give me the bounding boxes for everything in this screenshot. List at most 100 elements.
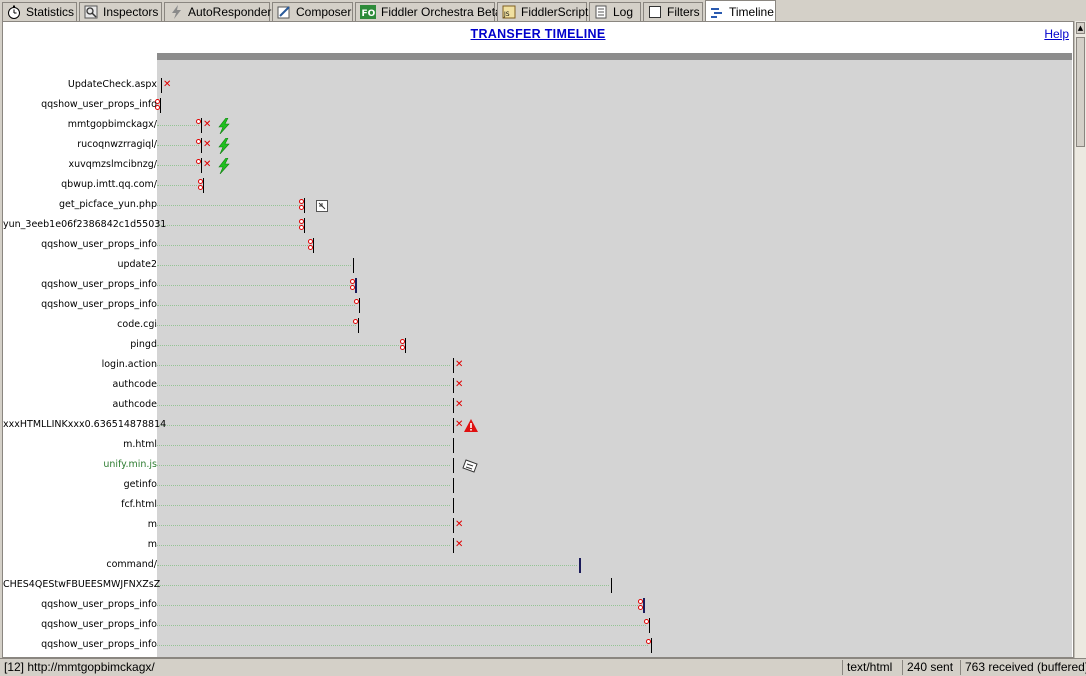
timeline-row[interactable] xyxy=(157,256,1072,276)
tab-statistics[interactable]: Statistics xyxy=(2,2,77,21)
timer-marker-icon xyxy=(354,299,359,304)
timer-marker-icon xyxy=(638,599,643,604)
session-label[interactable]: fcf.html xyxy=(3,499,157,510)
tab-timeline[interactable]: Timeline xyxy=(705,0,776,22)
session-label[interactable]: authcode xyxy=(3,379,158,390)
session-label[interactable]: qqshow_user_props_info xyxy=(3,99,157,110)
lead-time-line xyxy=(157,145,199,146)
transfer-bar xyxy=(453,538,454,553)
timeline-row[interactable] xyxy=(157,276,1072,296)
tab-bar: Statistics Inspectors AutoResponder Comp… xyxy=(0,0,1086,22)
timeline-row[interactable] xyxy=(157,176,1072,196)
transfer-bar xyxy=(453,398,454,413)
timeline-row[interactable]: ✕ xyxy=(157,356,1072,376)
aborted-icon: ✕ xyxy=(455,359,464,370)
transfer-bar xyxy=(453,378,454,393)
timeline-row[interactable] xyxy=(157,556,1072,576)
timeline-row[interactable] xyxy=(157,196,1072,216)
session-label[interactable]: yun_3eeb1e06f2386842c1d55031 xyxy=(3,219,166,230)
session-label[interactable]: m.html xyxy=(3,439,157,450)
tab-inspectors[interactable]: Inspectors xyxy=(79,2,162,21)
session-label[interactable]: qqshow_user_props_info xyxy=(3,599,157,610)
timeline-row[interactable] xyxy=(157,596,1072,616)
aborted-icon: ✕ xyxy=(203,159,212,170)
session-label[interactable]: mmtgopbimckagx/ xyxy=(3,119,157,130)
transfer-bar xyxy=(201,138,202,153)
tab-autoresponder[interactable]: AutoResponder xyxy=(164,2,271,21)
page-title[interactable]: TRANSFER TIMELINE xyxy=(3,27,1073,41)
status-bar: [12] http://mmtgopbimckagx/ text/html 24… xyxy=(0,658,1086,676)
tab-log[interactable]: Log xyxy=(589,2,641,21)
timeline-row[interactable]: ✕ xyxy=(157,376,1072,396)
timeline-row[interactable]: ✕ xyxy=(157,136,1072,156)
tab-label: Filters xyxy=(667,5,700,19)
session-label[interactable]: CHES4QEStwFBUEESMWJFNXZsZ xyxy=(3,579,160,590)
session-label[interactable]: pingd xyxy=(3,339,157,350)
transfer-bar xyxy=(304,218,305,233)
session-label[interactable]: authcode xyxy=(3,399,158,410)
session-label[interactable]: qqshow_user_props_info xyxy=(3,239,157,250)
transfer-bar xyxy=(453,438,454,453)
fo-icon: FO xyxy=(360,5,376,19)
timeline-row[interactable] xyxy=(157,616,1072,636)
session-label[interactable]: unify.min.js xyxy=(3,459,157,470)
session-label[interactable]: login.action xyxy=(3,359,157,370)
timeline-row[interactable]: ✕ xyxy=(157,396,1072,416)
lead-time-line xyxy=(157,165,199,166)
tab-fiddlerscript[interactable]: JS FiddlerScript xyxy=(497,2,588,21)
session-label[interactable]: update2 xyxy=(3,259,157,270)
timeline-row[interactable] xyxy=(157,316,1072,336)
session-label[interactable]: qbwup.imtt.qq.com/ xyxy=(3,179,157,190)
session-label[interactable]: qqshow_user_props_info xyxy=(3,279,157,290)
scrollbar-thumb[interactable] xyxy=(1076,37,1085,147)
session-label[interactable]: get_picface_yun.php xyxy=(3,199,157,210)
session-label[interactable]: xxxHTMLLINKxxx0.636514878814 xyxy=(3,419,166,430)
lead-time-line xyxy=(157,185,201,186)
timer-marker-icon xyxy=(353,319,358,324)
session-label[interactable]: UpdateCheck.aspx xyxy=(3,79,157,90)
timeline-row[interactable]: ✕ xyxy=(157,516,1072,536)
transfer-bar xyxy=(453,498,454,513)
tab-composer[interactable]: Composer xyxy=(272,2,353,21)
timeline-row[interactable] xyxy=(157,476,1072,496)
timeline-row[interactable]: ✕ xyxy=(157,156,1072,176)
timeline-row[interactable] xyxy=(157,236,1072,256)
timeline-chart: ✕ ✕ ✕ ✕ ✕ ✕ ✕ ✕ ✕ ✕ xyxy=(155,53,1072,657)
timeline-row[interactable] xyxy=(157,456,1072,476)
session-label[interactable]: command/ xyxy=(3,559,157,570)
session-label[interactable]: code.cgi xyxy=(3,319,157,330)
timeline-row[interactable] xyxy=(157,436,1072,456)
help-link[interactable]: Help xyxy=(1044,27,1069,41)
scroll-up-icon[interactable]: ▲ xyxy=(1076,22,1085,34)
session-label[interactable]: m xyxy=(3,519,157,530)
timeline-row[interactable] xyxy=(155,96,1072,116)
timeline-panel: TRANSFER TIMELINE Help ✕ ✕ ✕ ✕ ✕ ✕ ✕ ✕ ✕ ✕ Update… xyxy=(2,21,1074,658)
timeline-row[interactable] xyxy=(157,496,1072,516)
timeline-row[interactable] xyxy=(157,636,1072,656)
vertical-scrollbar[interactable]: ▲ xyxy=(1074,21,1086,658)
session-label[interactable]: qqshow_user_props_info xyxy=(3,299,157,310)
timeline-row[interactable] xyxy=(157,216,1072,236)
timeline-row[interactable] xyxy=(157,336,1072,356)
transfer-bar xyxy=(353,258,354,273)
timeline-row[interactable]: ✕ xyxy=(157,416,1072,436)
timeline-row[interactable] xyxy=(157,296,1072,316)
timeline-row[interactable]: ✕ xyxy=(157,76,1072,96)
timeline-row[interactable] xyxy=(157,576,1072,596)
session-label[interactable]: xuvqmzslmcibnzg/ xyxy=(3,159,157,170)
tab-filters[interactable]: Filters xyxy=(643,2,703,21)
session-label[interactable]: getinfo xyxy=(3,479,157,490)
transfer-bar xyxy=(313,238,314,253)
aborted-icon: ✕ xyxy=(455,519,464,530)
timeline-row[interactable]: ✕ xyxy=(157,536,1072,556)
transfer-bar xyxy=(611,578,612,593)
tab-fiddler-orchestra[interactable]: FO Fiddler Orchestra Beta xyxy=(355,2,502,21)
transfer-bar xyxy=(358,318,359,333)
session-label[interactable]: rucoqnwzrragiql/ xyxy=(3,139,157,150)
session-label[interactable]: m xyxy=(3,539,157,550)
lead-time-line xyxy=(157,365,450,366)
session-label[interactable]: qqshow_user_props_info xyxy=(3,619,157,630)
svg-text:JS: JS xyxy=(503,11,510,18)
timeline-row[interactable]: ✕ xyxy=(157,116,1072,136)
session-label[interactable]: qqshow_user_props_info xyxy=(3,639,157,650)
